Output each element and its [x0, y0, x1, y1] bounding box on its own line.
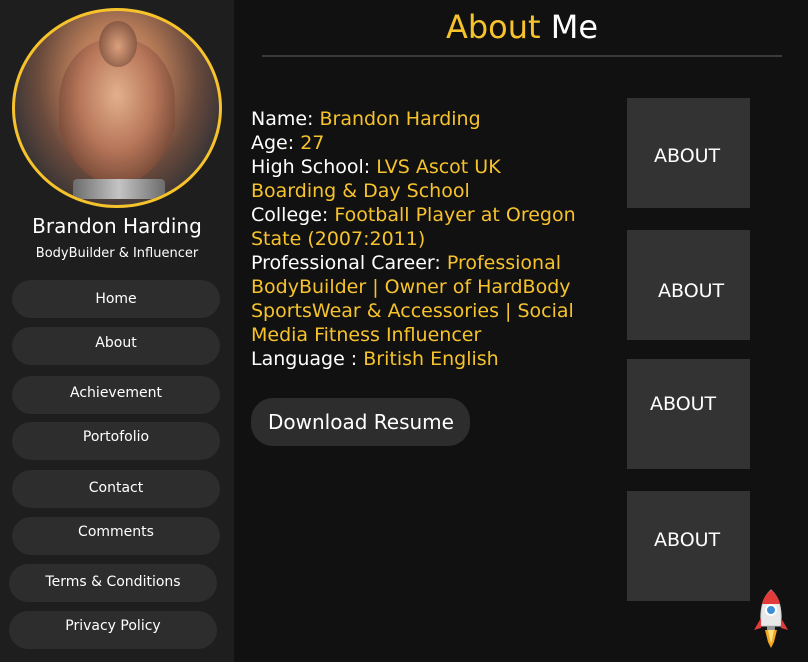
nav-portfolio-button[interactable]: Portofolio [12, 422, 220, 460]
rocket-icon[interactable] [752, 588, 790, 650]
info-school-label: High School: [251, 156, 377, 178]
info-college-label: College: [251, 204, 335, 226]
info-age: Age: 27 [251, 131, 591, 155]
info-name-label: Name: [251, 108, 320, 130]
sidebar: Brandon Harding BodyBuilder & Influencer… [0, 0, 234, 662]
nav-achievement-label: Achievement [70, 385, 162, 401]
about-info: Name: Brandon Harding Age: 27 High Schoo… [251, 107, 591, 371]
nav-achievement-button[interactable]: Achievement [12, 376, 220, 414]
avatar-head-shape [99, 21, 137, 67]
info-college: College: Football Player at Oregon State… [251, 203, 591, 251]
info-career: Professional Career: Professional BodyBu… [251, 251, 591, 347]
about-card[interactable]: ABOUT [627, 491, 750, 601]
info-language-value: British English [363, 348, 499, 370]
avatar [12, 8, 222, 208]
nav-terms-button[interactable]: Terms & Conditions [9, 564, 217, 602]
page-title-accent: About [445, 8, 541, 46]
nav-contact-button[interactable]: Contact [12, 470, 220, 508]
info-school: High School: LVS Ascot UK Boarding & Day… [251, 155, 591, 203]
info-language: Language : British English [251, 347, 591, 371]
profile-title: BodyBuilder & Influencer [35, 246, 199, 261]
title-divider [262, 55, 782, 57]
nav-comments-label: Comments [78, 524, 154, 540]
about-card[interactable]: ABOUT [627, 98, 750, 208]
nav-portfolio-label: Portofolio [82, 429, 150, 445]
page-title-rest: Me [540, 8, 599, 46]
info-career-label: Professional Career: [251, 252, 447, 274]
nav-terms-label: Terms & Conditions [45, 574, 181, 590]
page-title: About Me [262, 8, 782, 46]
about-card-label: ABOUT [650, 393, 717, 415]
info-name: Name: Brandon Harding [251, 107, 591, 131]
info-age-value: 27 [300, 132, 325, 154]
about-card[interactable]: ABOUT [627, 359, 750, 469]
profile-name: Brandon Harding [32, 214, 202, 238]
nav-about-label: About [95, 335, 137, 351]
nav-about-button[interactable]: About [12, 327, 220, 365]
about-card-label: ABOUT [658, 280, 725, 302]
nav-privacy-label: Privacy Policy [65, 618, 161, 634]
nav-contact-label: Contact [88, 480, 144, 496]
avatar-shorts-shape [73, 179, 165, 199]
info-age-label: Age: [251, 132, 301, 154]
nav-comments-button[interactable]: Comments [12, 517, 220, 555]
nav-home-button[interactable]: Home [12, 280, 220, 318]
info-language-label: Language : [251, 348, 364, 370]
nav-privacy-button[interactable]: Privacy Policy [9, 611, 217, 649]
about-card-label: ABOUT [654, 145, 721, 167]
about-card-label: ABOUT [654, 529, 721, 551]
nav-home-label: Home [95, 291, 137, 307]
info-name-value: Brandon Harding [319, 108, 481, 130]
download-resume-button[interactable]: Download Resume [251, 398, 470, 446]
about-card[interactable]: ABOUT [627, 230, 750, 340]
